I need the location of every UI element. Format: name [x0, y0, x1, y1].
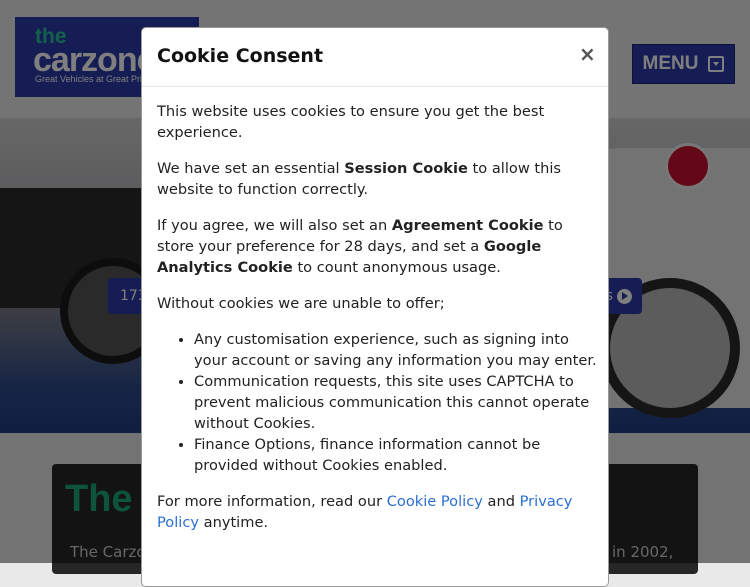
- agreement-cookie-label: Agreement Cookie: [391, 217, 544, 234]
- text-fragment: For more information, read our: [157, 493, 387, 510]
- text-fragment: anytime.: [198, 514, 269, 531]
- without-cookies-text: Without cookies we are unable to offer;: [157, 295, 445, 312]
- text-fragment: to count anonymous usage.: [292, 259, 501, 276]
- session-cookie-label: Session Cookie: [344, 160, 468, 177]
- dialog-header: Cookie Consent ×: [142, 28, 608, 87]
- list-item: Any customisation experience, such as si…: [194, 329, 597, 371]
- cookie-consent-dialog: Cookie Consent × This website uses cooki…: [141, 27, 609, 587]
- features-list: Any customisation experience, such as si…: [157, 329, 597, 476]
- text-fragment: and: [482, 493, 520, 510]
- agreement-cookie-text: If you agree, we will also set an Agreem…: [157, 215, 597, 278]
- text-fragment: We have set an essential: [157, 160, 345, 177]
- text-fragment: If you agree, we will also set an: [157, 217, 392, 234]
- close-icon[interactable]: ×: [579, 42, 596, 66]
- dialog-body: This website uses cookies to ensure you …: [157, 101, 597, 548]
- cookie-policy-link[interactable]: Cookie Policy: [387, 493, 483, 510]
- session-cookie-text: We have set an essential Session Cookie …: [157, 158, 597, 200]
- list-item: Communication requests, this site uses C…: [194, 371, 597, 434]
- more-info-text: For more information, read our Cookie Po…: [157, 491, 597, 533]
- list-item: Finance Options, finance information can…: [194, 434, 597, 476]
- intro-text: This website uses cookies to ensure you …: [157, 103, 545, 141]
- dialog-title: Cookie Consent: [157, 45, 324, 67]
